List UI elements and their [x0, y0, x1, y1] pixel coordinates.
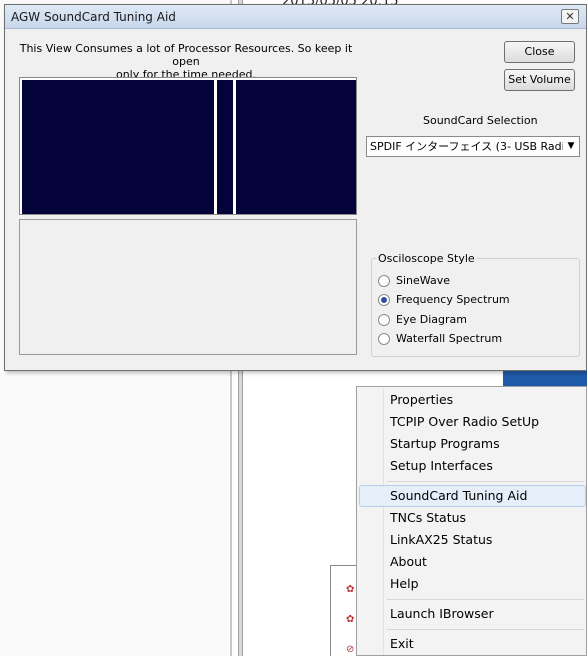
menu-separator	[387, 629, 584, 630]
menu-item-help[interactable]: Help	[390, 576, 419, 591]
oscilloscope-lower-panel	[19, 219, 357, 355]
osc-option-sinewave[interactable]: SineWave	[378, 274, 450, 287]
menu-item-soundcard-tuning-aid[interactable]: SoundCard Tuning Aid	[390, 488, 527, 503]
osc-option-waterfall-spectrum[interactable]: Waterfall Spectrum	[378, 332, 502, 345]
scope-pane-left	[22, 80, 214, 214]
menu-gutter	[383, 389, 384, 655]
menu-separator	[387, 481, 584, 482]
radio-icon[interactable]	[378, 332, 390, 345]
resource-note-line: This View Consumes a lot of Processor Re…	[19, 42, 353, 68]
menu-item-startup-programs[interactable]: Startup Programs	[390, 436, 500, 451]
close-icon[interactable]: ✕	[561, 9, 579, 24]
soundcard-select[interactable]: SPDIF インターフェイス (3- USB RadioPort3 ▼	[366, 136, 580, 157]
osc-style-title: Osciloscope Style	[376, 252, 477, 265]
tray-context-menu: Properties TCPIP Over Radio SetUp Startu…	[356, 386, 587, 656]
radio-selected-icon[interactable]	[378, 293, 390, 306]
resource-note: This View Consumes a lot of Processor Re…	[19, 42, 353, 81]
dialog-title: AGW SoundCard Tuning Aid	[11, 9, 176, 24]
background-app-icon: ✿	[346, 584, 355, 595]
scope-pane-right	[236, 80, 356, 214]
menu-item-setup-interfaces[interactable]: Setup Interfaces	[390, 458, 493, 473]
radio-icon[interactable]	[378, 274, 390, 287]
scope-pane-marker	[217, 80, 233, 214]
menu-item-linkax25-status[interactable]: LinkAX25 Status	[390, 532, 492, 547]
menu-item-launch-ibrowser[interactable]: Launch IBrowser	[390, 606, 494, 621]
menu-separator	[387, 599, 584, 600]
menu-item-exit[interactable]: Exit	[390, 636, 414, 651]
menu-item-tcpip-over-radio-setup[interactable]: TCPIP Over Radio SetUp	[390, 414, 539, 429]
osc-option-label: Eye Diagram	[396, 313, 467, 326]
soundcard-tuning-dialog: AGW SoundCard Tuning Aid ✕ This View Con…	[4, 4, 587, 371]
oscilloscope-display	[19, 77, 357, 215]
radio-icon[interactable]	[378, 313, 390, 326]
chevron-down-icon[interactable]: ▼	[563, 137, 579, 156]
background-app-icon: ✿	[346, 614, 355, 625]
set-volume-button[interactable]: Set Volume	[504, 69, 575, 91]
background-app-icon: ⊘	[346, 644, 355, 655]
menu-item-properties[interactable]: Properties	[390, 392, 453, 407]
soundcard-selection-label: SoundCard Selection	[423, 114, 538, 127]
osc-option-label: Frequency Spectrum	[396, 293, 510, 306]
osc-option-label: SineWave	[396, 274, 450, 287]
dialog-titlebar[interactable]: AGW SoundCard Tuning Aid	[5, 5, 586, 29]
soundcard-select-value: SPDIF インターフェイス (3- USB RadioPort3	[370, 140, 580, 153]
osc-option-eye-diagram[interactable]: Eye Diagram	[378, 313, 467, 326]
menu-item-about[interactable]: About	[390, 554, 427, 569]
close-button[interactable]: Close	[504, 41, 575, 63]
osc-option-label: Waterfall Spectrum	[396, 332, 503, 345]
osc-option-frequency-spectrum[interactable]: Frequency Spectrum	[378, 293, 510, 306]
menu-item-tncs-status[interactable]: TNCs Status	[390, 510, 466, 525]
